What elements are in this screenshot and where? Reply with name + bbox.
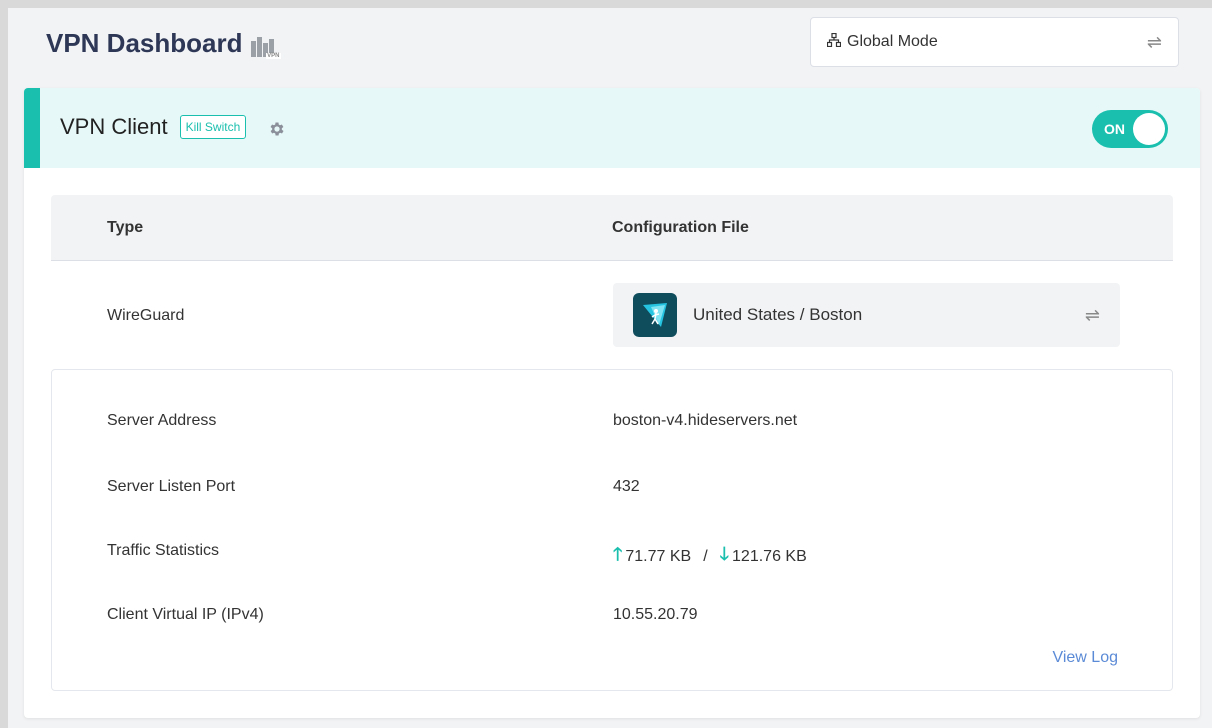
upload-value: 71.77 KB [625,548,692,565]
config-file-value: United States / Boston [693,305,863,324]
page-title-text: VPN Dashboard [46,28,243,58]
detail-label: Client Virtual IP (IPv4) [107,606,264,623]
arrow-up-icon: 🡑 [613,544,623,564]
detail-value: 432 [613,478,640,495]
swap-icon: ⇌ [1084,304,1100,325]
page-title: VPN Dashboard VPN [46,28,281,59]
vpn-client-title-text: VPN Client [60,114,168,139]
detail-label: Server Listen Port [107,478,236,495]
type-value: WireGuard [107,307,185,324]
table-header: Type Configuration File [51,195,1173,261]
vpn-client-header: VPN Client Kill Switch ON [24,88,1200,168]
vpn-client-card: VPN Client Kill Switch ON Type Configura… [24,88,1200,718]
toggle-on-label: ON [1104,121,1125,137]
header-bar: VPN Dashboard VPN Global Mode ⇌ [8,8,1212,80]
detail-label: Server Address [107,412,217,429]
swap-icon: ⇌ [1146,31,1162,52]
network-tree-icon [826,32,842,51]
connection-details: Server Address boston-v4.hideservers.net… [51,369,1173,691]
traffic-separator: / [703,548,708,565]
detail-value: 10.55.20.79 [613,606,698,623]
vpn-toggle[interactable]: ON [1092,110,1168,148]
column-header-type: Type [107,219,144,236]
mode-select[interactable]: Global Mode ⇌ [810,17,1179,67]
column-header-config: Configuration File [612,219,749,236]
arrow-down-icon: 🡓 [719,544,730,564]
traffic-value: 🡑 71.77 KB / 🡓 121.76 KB [613,542,807,572]
config-file-select[interactable]: United States / Boston ⇌ [613,283,1120,347]
vpn-map-icon: VPN [250,35,281,59]
gear-icon[interactable] [268,118,286,136]
detail-label: Traffic Statistics [107,542,220,559]
vpn-client-title: VPN Client Kill Switch [60,114,286,140]
detail-value: boston-v4.hideservers.net [613,412,798,429]
view-log-link[interactable]: View Log [1052,649,1118,667]
toggle-knob [1133,113,1165,145]
mode-select-value: Global Mode [847,33,938,50]
vpn-icon-tag: VPN [266,52,281,59]
server-logo-icon [633,293,677,337]
download-value: 121.76 KB [732,548,807,565]
page: VPN Dashboard VPN Global Mode ⇌ VPN Clie… [8,8,1212,728]
kill-switch-badge: Kill Switch [179,115,247,139]
